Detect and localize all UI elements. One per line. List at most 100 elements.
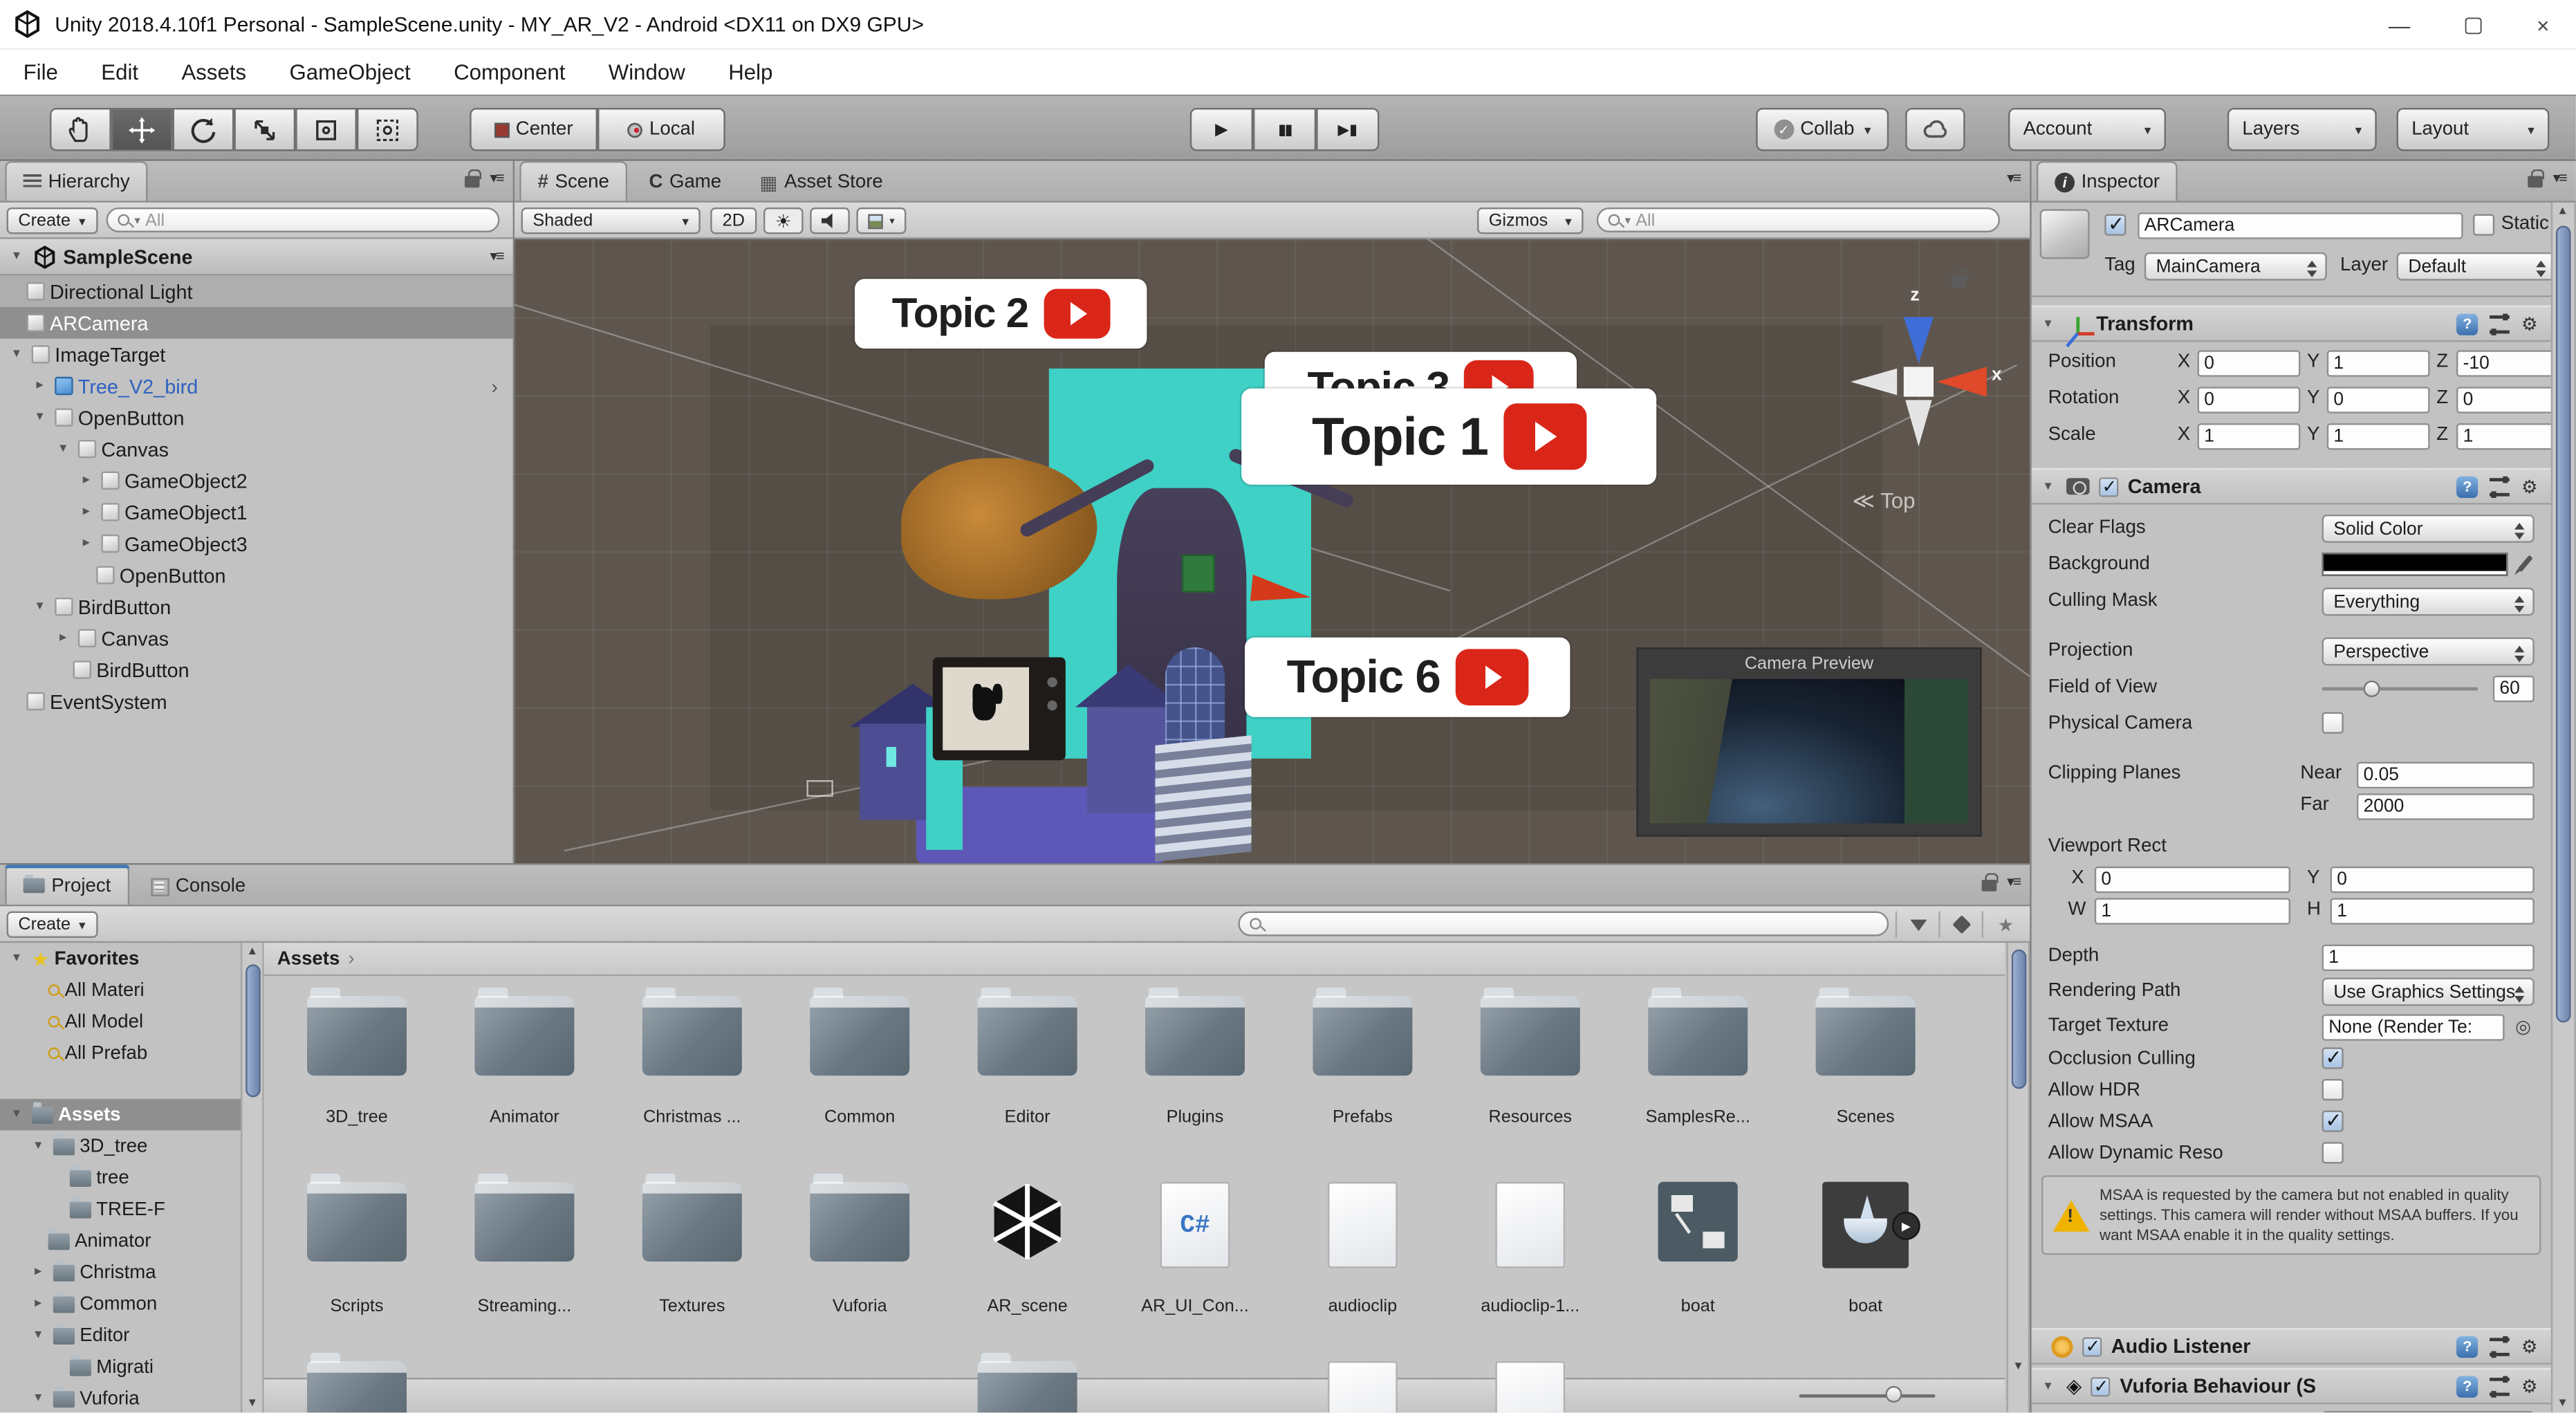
scene-search-input[interactable]: ▾ All <box>1597 207 2000 232</box>
asset-boat-model[interactable]: ▶ <box>1786 1182 1945 1268</box>
culling-mask-dropdown[interactable]: Everything <box>2322 588 2535 616</box>
static-checkbox[interactable] <box>2473 214 2494 236</box>
fov-slider[interactable] <box>2322 687 2478 691</box>
inspector-scrollbar[interactable]: ▲ ▼ <box>2551 203 2576 1413</box>
project-tree-item-all-model[interactable]: All Model <box>0 1006 241 1037</box>
transform-component-header[interactable]: ▼ Transform ?⚙ <box>2032 306 2551 342</box>
viewport-h-field[interactable]: 1 <box>2331 898 2535 924</box>
tab-game[interactable]: CGame <box>632 165 738 201</box>
gear-icon[interactable]: ⚙ <box>2521 313 2538 334</box>
gear-icon[interactable]: ⚙ <box>2521 476 2538 497</box>
help-icon[interactable]: ? <box>2456 1336 2478 1357</box>
panel-menu-icon[interactable]: ▾≡ <box>2007 169 2020 187</box>
hierarchy-item-openbutton[interactable]: ▼OpenButton <box>0 402 513 434</box>
asset-scripts-folder[interactable] <box>277 1182 436 1262</box>
transform-scale-x-field[interactable]: 1 <box>2198 423 2301 450</box>
hierarchy-item-gameobject3[interactable]: ►GameObject3 <box>0 528 513 560</box>
scene-header-menu-icon[interactable]: ▾≡ <box>490 248 503 266</box>
project-tree-item-3d-tree[interactable]: ▼3D_tree <box>0 1130 241 1162</box>
lock-icon[interactable] <box>1982 880 1997 892</box>
hierarchy-item-eventsystem[interactable]: EventSystem <box>0 685 513 717</box>
active-checkbox[interactable] <box>2104 214 2126 236</box>
help-icon[interactable]: ? <box>2456 313 2478 334</box>
transform-position-x-field[interactable]: 0 <box>2198 350 2301 376</box>
thumbnail-zoom-knob[interactable] <box>1885 1387 1902 1403</box>
hierarchy-create-button[interactable]: Create▾ <box>7 207 98 234</box>
menu-component[interactable]: Component <box>454 59 565 84</box>
asset-vuforia-folder[interactable] <box>780 1182 939 1262</box>
move-tool-button[interactable] <box>111 108 173 151</box>
asset-audioclip-file[interactable] <box>1283 1182 1442 1268</box>
hierarchy-item-canvas[interactable]: ▼Canvas <box>0 433 513 465</box>
presets-icon[interactable] <box>2490 477 2510 495</box>
orientation-gizmo[interactable]: z x <box>1826 289 2012 475</box>
depth-field[interactable]: 1 <box>2322 945 2535 971</box>
project-tree-item-common[interactable]: ►Common <box>0 1288 241 1320</box>
layout-dropdown[interactable]: Layout▾ <box>2397 108 2550 151</box>
breadcrumb-assets[interactable]: Assets <box>277 949 340 969</box>
hierarchy-item-openbutton[interactable]: OpenButton <box>0 560 513 591</box>
asset-plugins-folder[interactable] <box>1115 996 1275 1075</box>
axis-cone[interactable] <box>1851 369 1897 395</box>
menu-file[interactable]: File <box>24 59 58 84</box>
tab-hierarchy[interactable]: Hierarchy <box>5 161 148 201</box>
asset-audioclip-1-file[interactable] <box>1451 1182 1610 1268</box>
physical-camera-checkbox[interactable] <box>2322 712 2344 734</box>
search-by-type-button[interactable] <box>1896 912 1938 938</box>
projection-dropdown[interactable]: Perspective <box>2322 638 2535 666</box>
pause-button[interactable]: ▮▮ <box>1253 108 1316 151</box>
audio-listener-enabled-checkbox[interactable] <box>2082 1336 2102 1356</box>
menu-help[interactable]: Help <box>728 59 772 84</box>
pivot-center-button[interactable]: Center <box>470 108 597 151</box>
tab-console[interactable]: Console <box>134 868 262 905</box>
preview-play-icon[interactable]: ▶ <box>1892 1212 1920 1240</box>
allow-hdr-checkbox[interactable] <box>2322 1079 2344 1100</box>
lighting-toggle-button[interactable]: ☀ <box>763 207 804 234</box>
gizmo-center-cube[interactable] <box>1904 367 1934 396</box>
axis-z-cone[interactable] <box>1904 317 1934 363</box>
project-tree-item-all-materi[interactable]: All Materi <box>0 975 241 1006</box>
project-tree-item-migrati[interactable]: Migrati <box>0 1351 241 1383</box>
step-button[interactable]: ▶▮ <box>1316 108 1379 151</box>
hierarchy-item-canvas[interactable]: ►Canvas <box>0 622 513 654</box>
menu-edit[interactable]: Edit <box>101 59 138 84</box>
asset-3d-tree-folder[interactable] <box>277 996 436 1075</box>
help-icon[interactable]: ? <box>2456 476 2478 497</box>
hierarchy-item-gameobject2[interactable]: ►GameObject2 <box>0 465 513 497</box>
lock-icon[interactable] <box>465 176 481 187</box>
asset-christmas-folder[interactable] <box>613 996 772 1075</box>
pivot-local-button[interactable]: Local <box>597 108 725 151</box>
panel-menu-icon[interactable]: ▾≡ <box>490 169 503 187</box>
menu-window[interactable]: Window <box>609 59 685 84</box>
asset-boat-ctrl[interactable] <box>1618 1182 1777 1262</box>
cloud-button[interactable] <box>1905 108 1965 151</box>
gear-icon[interactable]: ⚙ <box>2521 1336 2538 1357</box>
background-color-swatch[interactable] <box>2322 553 2508 576</box>
scene-label-topic-2[interactable]: Topic 2 <box>855 279 1147 349</box>
save-search-button[interactable]: ★ <box>1982 912 2028 938</box>
transform-rotation-x-field[interactable]: 0 <box>2198 387 2301 413</box>
hierarchy-item-directional-light[interactable]: Directional Light <box>0 275 513 307</box>
menu-gameobject[interactable]: GameObject <box>290 59 411 84</box>
search-by-label-button[interactable] <box>1938 912 1981 938</box>
scene-asset-header[interactable]: ▼ SampleScene ▾≡ <box>0 239 513 276</box>
project-tree-item-favorites[interactable]: ▼★Favorites <box>0 943 241 975</box>
2d-toggle-button[interactable]: 2D <box>710 207 757 234</box>
play-button[interactable]: ▶ <box>1190 108 1253 151</box>
camera-enabled-checkbox[interactable] <box>2099 477 2118 496</box>
axis-cone[interactable] <box>1905 400 1931 446</box>
transform-position-z-field[interactable]: -10 <box>2456 350 2551 376</box>
lock-icon[interactable] <box>2528 176 2543 187</box>
clear-flags-dropdown[interactable]: Solid Color <box>2322 515 2535 543</box>
project-tree-scrollbar[interactable]: ▲ ▼ <box>241 943 264 1413</box>
asset-animator-folder[interactable] <box>445 996 604 1075</box>
account-dropdown[interactable]: Account▾ <box>2008 108 2166 151</box>
scene-viewport[interactable]: Topic 2Topic 3Topic 1Topic 6 Camera Prev… <box>515 239 2030 863</box>
asset-samplesre-folder[interactable] <box>1618 996 1777 1075</box>
vuforia-behaviour-component-header[interactable]: ▼ ◈ Vuforia Behaviour (S ?⚙ <box>2032 1368 2551 1405</box>
asset-ar-scene-unity[interactable] <box>947 1182 1106 1262</box>
project-search-input[interactable] <box>1238 912 1889 936</box>
hierarchy-item-gameobject1[interactable]: ►GameObject1 <box>0 497 513 528</box>
rect-tool-button[interactable] <box>295 108 357 151</box>
presets-icon[interactable] <box>2490 1377 2510 1395</box>
